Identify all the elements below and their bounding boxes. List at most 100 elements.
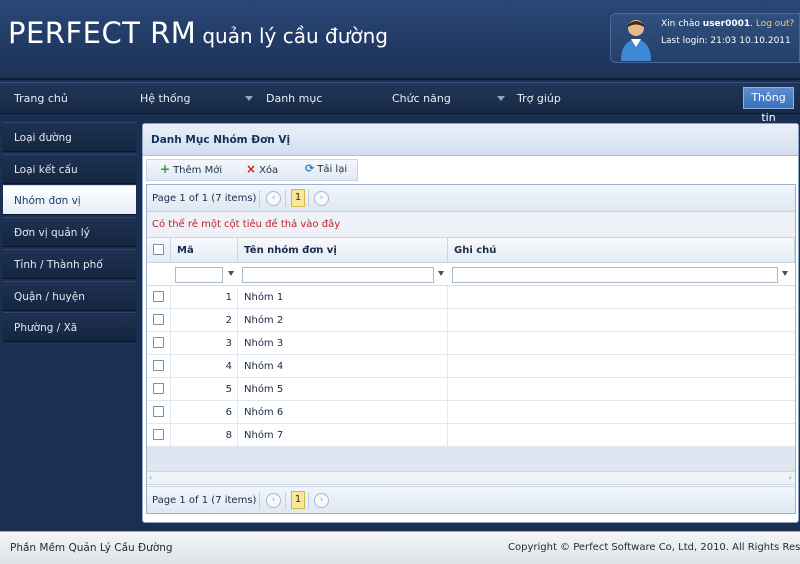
cell-code: 1 <box>171 286 238 309</box>
nav-home[interactable]: Trang chủ <box>14 92 68 105</box>
cell-code: 3 <box>171 332 238 355</box>
brand-sub: quản lý cầu đường <box>202 24 389 48</box>
filter-code-input[interactable] <box>175 267 223 283</box>
pager-top: Page 1 of 1 (7 items) ‹ 1 › <box>147 185 795 212</box>
pager-summary: Page 1 of 1 (7 items) <box>152 193 257 204</box>
scroll-right-icon[interactable]: › <box>789 473 792 482</box>
pager-separator <box>285 492 286 509</box>
row-checkbox[interactable] <box>153 406 164 417</box>
footer-app-name: Phần Mềm Quản Lý Cầu Đường <box>10 542 173 554</box>
filter-name-input[interactable] <box>242 267 434 283</box>
app-footer: Phần Mềm Quản Lý Cầu Đường Copyright © P… <box>0 531 800 564</box>
cell-code: 6 <box>171 401 238 424</box>
cell-note <box>448 286 795 309</box>
table-row[interactable]: 5 Nhóm 5 <box>147 378 795 401</box>
row-select-cell <box>147 355 171 378</box>
reload-label: Tải lại <box>317 164 348 175</box>
cell-code: 8 <box>171 424 238 447</box>
filter-funnel-icon[interactable] <box>438 271 444 276</box>
cell-name: Nhóm 2 <box>238 309 448 332</box>
delete-x-icon: × <box>246 162 257 176</box>
row-checkbox[interactable] <box>153 360 164 371</box>
next-page-icon[interactable]: › <box>314 493 329 508</box>
row-checkbox[interactable] <box>153 291 164 302</box>
last-login: Last login: 21:03 10.10.2011 <box>661 36 791 46</box>
nav-functions[interactable]: Chức năng <box>392 92 451 105</box>
main-nav: Trang chủ Hệ thống Danh mục Chức năng Tr… <box>0 82 800 124</box>
page-number-button[interactable]: 1 <box>291 491 305 509</box>
filter-funnel-icon[interactable] <box>228 271 234 276</box>
sidebar-item-district[interactable]: Quận / huyện <box>3 281 136 311</box>
table-row[interactable]: 3 Nhóm 3 <box>147 332 795 355</box>
column-header-name[interactable]: Tên nhóm đơn vị <box>238 238 448 263</box>
grid-empty-area <box>147 447 795 471</box>
refresh-icon: ⟳ <box>305 162 315 175</box>
select-all-checkbox[interactable] <box>153 244 164 255</box>
logout-link[interactable]: Log out? <box>756 19 794 29</box>
info-button[interactable]: Thông tin <box>743 87 794 124</box>
table-row[interactable]: 1 Nhóm 1 <box>147 286 795 309</box>
row-select-cell <box>147 332 171 355</box>
pager-separator <box>285 190 286 207</box>
cell-note <box>448 401 795 424</box>
sidebar-item-road-type[interactable]: Loại đường <box>3 122 136 152</box>
prev-page-icon[interactable]: ‹ <box>266 493 281 508</box>
delete-button[interactable]: × Xóa <box>246 162 279 176</box>
row-checkbox[interactable] <box>153 314 164 325</box>
cell-code: 5 <box>171 378 238 401</box>
nav-help[interactable]: Trợ giúp <box>517 92 561 105</box>
table-row[interactable]: 2 Nhóm 2 <box>147 309 795 332</box>
cell-name: Nhóm 4 <box>238 355 448 378</box>
row-select-cell <box>147 286 171 309</box>
row-select-cell <box>147 378 171 401</box>
sidebar-item-province[interactable]: Tỉnh / Thành phố <box>3 249 136 279</box>
row-checkbox[interactable] <box>153 337 164 348</box>
add-button[interactable]: + Thêm Mới <box>160 163 222 176</box>
row-checkbox[interactable] <box>153 429 164 440</box>
pager-separator <box>308 190 309 207</box>
cell-name: Nhóm 7 <box>238 424 448 447</box>
chevron-down-icon[interactable] <box>245 96 253 101</box>
reload-button[interactable]: ⟳ Tải lại <box>305 162 348 175</box>
data-grid: Page 1 of 1 (7 items) ‹ 1 › Có thể rê mộ… <box>146 184 796 514</box>
column-header-note[interactable]: Ghi chú <box>448 238 795 263</box>
cell-name: Nhóm 6 <box>238 401 448 424</box>
scroll-left-icon[interactable]: ‹ <box>149 473 152 482</box>
page-title: Danh Mục Nhóm Đơn Vị <box>143 124 798 156</box>
row-select-cell <box>147 424 171 447</box>
column-header-code[interactable]: Mã <box>171 238 238 263</box>
cell-code: 2 <box>171 309 238 332</box>
sidebar-item-management-unit[interactable]: Đơn vị quản lý <box>3 217 136 247</box>
group-by-hint[interactable]: Có thể rê một cột tiêu đề thả vào đây <box>147 212 795 238</box>
footer-copyright: Copyright © Perfect Software Co, Ltd, 20… <box>508 542 800 553</box>
filter-note-input[interactable] <box>452 267 778 283</box>
pager-separator <box>308 492 309 509</box>
cell-note <box>448 355 795 378</box>
table-row[interactable]: 6 Nhóm 6 <box>147 401 795 424</box>
delete-label: Xóa <box>259 165 279 176</box>
horizontal-scrollbar[interactable]: ‹ › <box>147 471 795 485</box>
greeting: Xin chào user0001. Log out? <box>661 19 795 29</box>
sidebar-item-ward[interactable]: Phường / Xã <box>3 312 136 342</box>
nav-system[interactable]: Hệ thống <box>140 92 191 105</box>
pager-separator <box>259 190 260 207</box>
pager-bottom: Page 1 of 1 (7 items) ‹ 1 › <box>147 486 795 513</box>
sidebar-item-structure-type[interactable]: Loại kết cấu <box>3 154 136 184</box>
cell-code: 4 <box>171 355 238 378</box>
cell-note <box>448 378 795 401</box>
cell-name: Nhóm 5 <box>238 378 448 401</box>
page-number-button[interactable]: 1 <box>291 189 305 207</box>
chevron-down-icon[interactable] <box>497 96 505 101</box>
row-checkbox[interactable] <box>153 383 164 394</box>
filter-funnel-icon[interactable] <box>782 271 788 276</box>
row-select-cell <box>147 309 171 332</box>
next-page-icon[interactable]: › <box>314 191 329 206</box>
user-avatar-icon <box>621 20 651 61</box>
nav-catalog[interactable]: Danh mục <box>266 92 322 105</box>
prev-page-icon[interactable]: ‹ <box>266 191 281 206</box>
table-row[interactable]: 4 Nhóm 4 <box>147 355 795 378</box>
table-row[interactable]: 8 Nhóm 7 <box>147 424 795 447</box>
select-all-cell <box>147 238 171 263</box>
user-info-box: Xin chào user0001. Log out? Last login: … <box>610 13 800 63</box>
sidebar-item-unit-group[interactable]: Nhóm đơn vị <box>3 185 136 215</box>
